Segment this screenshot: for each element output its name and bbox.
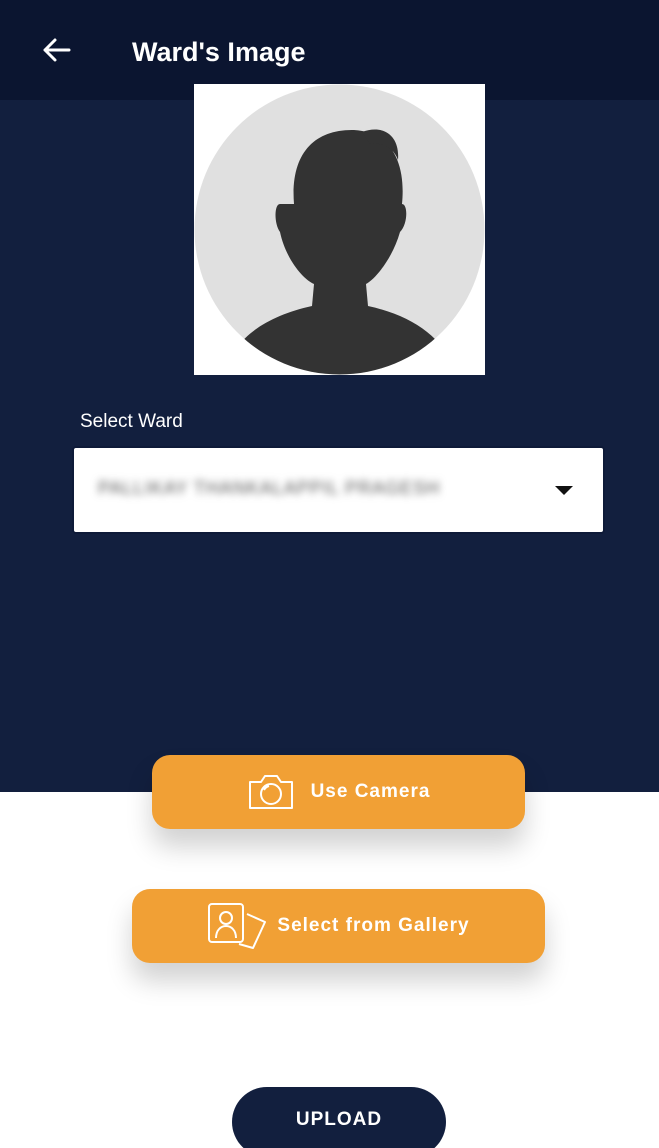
ward-select-value: PALLIKAY THANKALAPPIL PRAGESH (98, 478, 441, 498)
select-ward-label: Select Ward (80, 411, 183, 432)
page-title: Ward's Image (132, 37, 306, 67)
default-user-avatar-icon (194, 84, 485, 375)
upload-label: UPLOAD (295, 1109, 383, 1130)
use-camera-button[interactable]: Use Camera (152, 755, 525, 829)
select-gallery-button[interactable]: Select from Gallery (132, 889, 545, 963)
chevron-down-icon (555, 486, 573, 495)
use-camera-label: Use Camera (310, 781, 431, 802)
arrow-left-icon (43, 38, 71, 62)
select-gallery-label: Select from Gallery (277, 915, 470, 936)
gallery-icon (207, 902, 269, 950)
ward-select-dropdown[interactable]: PALLIKAY THANKALAPPIL PRAGESH (72, 446, 605, 534)
camera-icon (247, 773, 295, 811)
back-button[interactable] (34, 28, 78, 72)
ward-image-screen: Ward's Image Select Ward PALLIKAY THANKA… (0, 0, 659, 1148)
upload-button[interactable]: UPLOAD (232, 1087, 446, 1148)
ward-avatar (194, 84, 485, 375)
